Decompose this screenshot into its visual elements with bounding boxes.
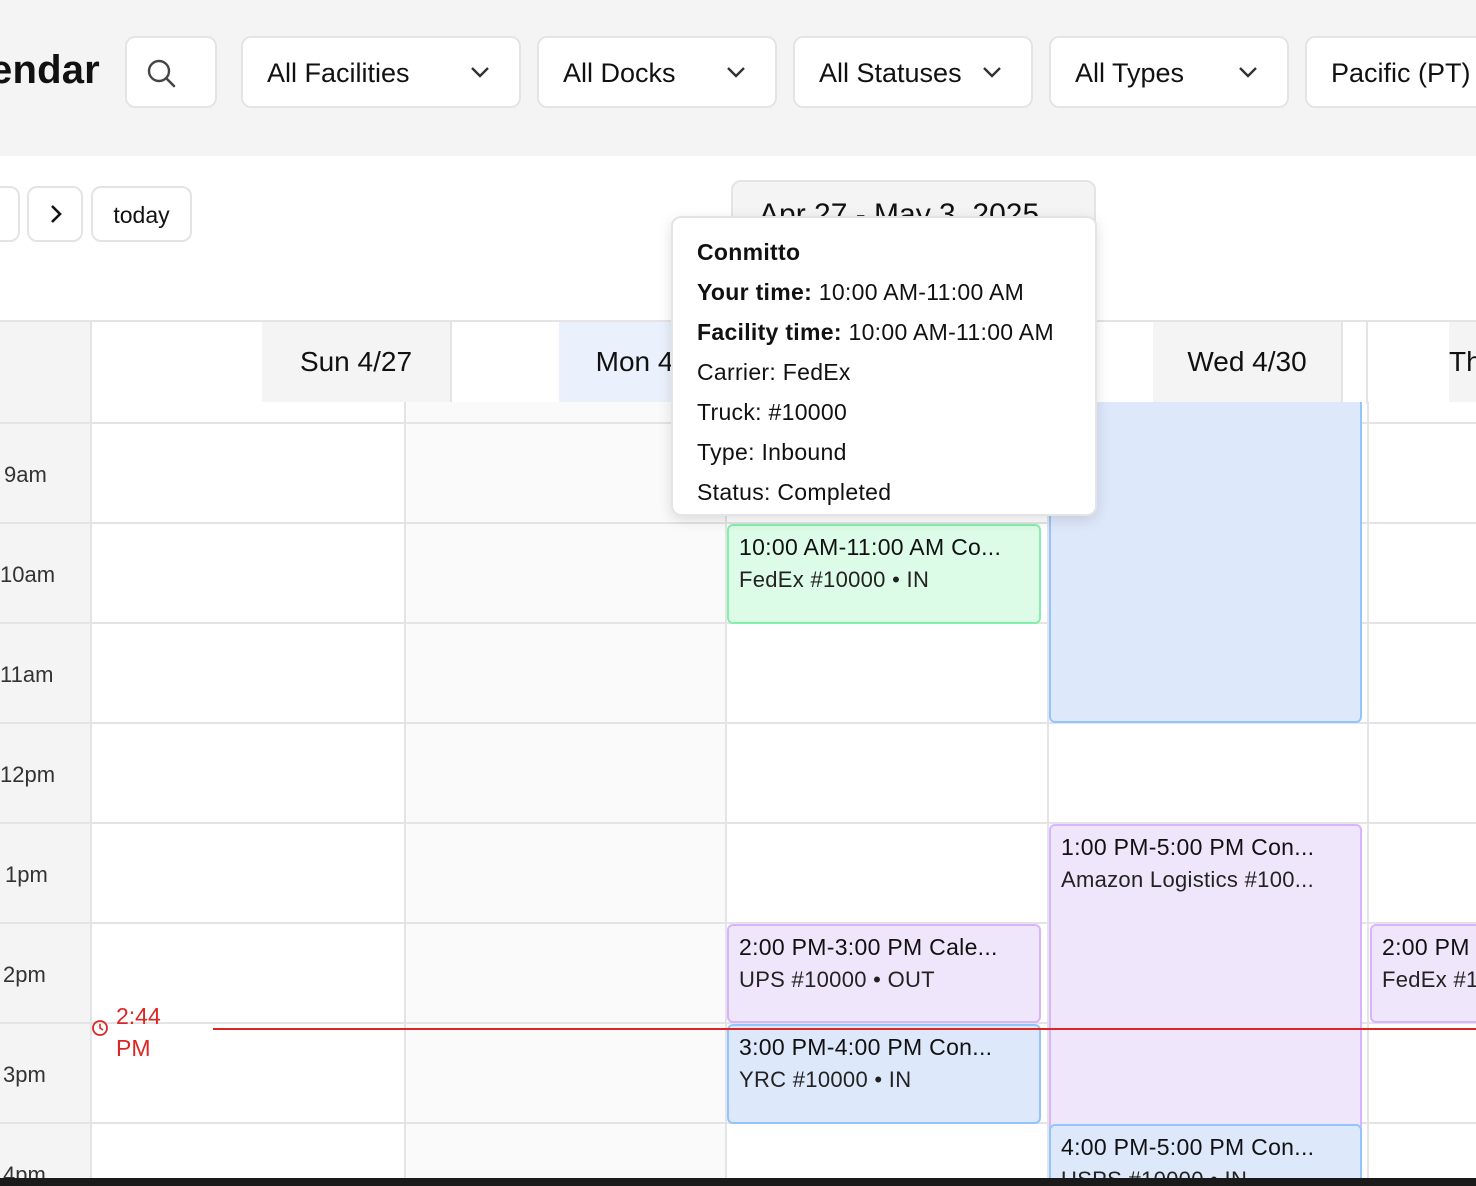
column-divider bbox=[1367, 402, 1369, 1186]
day-header-wed[interactable]: Wed 4/30 bbox=[1153, 322, 1343, 402]
dock-select[interactable]: All Docks bbox=[537, 36, 777, 108]
hour-label: 12pm bbox=[0, 762, 56, 787]
today-button[interactable]: today bbox=[91, 186, 192, 242]
timezone-select-label: Pacific (PT) bbox=[1331, 58, 1471, 88]
tooltip-your-time-label: Your time: bbox=[697, 279, 813, 305]
hour-label: 3pm bbox=[3, 1062, 46, 1087]
event-title: 1:00 PM-5:00 PM Con... bbox=[1061, 834, 1315, 860]
appointment-event[interactable]: 10:00 AM-11:00 AM Co... FedEx #10000 • I… bbox=[727, 524, 1041, 624]
time-gutter-header bbox=[0, 322, 92, 404]
current-time-label: 2:44 PM bbox=[116, 1003, 161, 1061]
event-tooltip: Conmitto Your time: 10:00 AM-11:00 AM Fa… bbox=[671, 216, 1097, 516]
event-title: 10:00 AM-11:00 AM Co... bbox=[739, 534, 1002, 560]
tooltip-carrier: Carrier: FedEx bbox=[697, 359, 851, 385]
search-icon bbox=[147, 59, 176, 88]
hour-label: 11am bbox=[0, 662, 54, 687]
event-title: 3:00 PM-4:00 PM Con... bbox=[739, 1034, 993, 1060]
chevron-down-icon bbox=[727, 67, 745, 78]
appointment-event[interactable]: 3:00 PM-4:00 PM Con... YRC #10000 • IN bbox=[727, 1024, 1041, 1124]
status-select-label: All Statuses bbox=[819, 58, 962, 88]
search-button[interactable] bbox=[125, 36, 217, 108]
chevron-down-icon bbox=[1239, 67, 1257, 78]
day-header-sun[interactable]: Sun 4/27 bbox=[262, 322, 452, 402]
timezone-select[interactable]: Pacific (PT) bbox=[1305, 36, 1476, 108]
time-grid: 9am 10am 11am 12pm 1pm 2pm 3pm 4pm 10:00… bbox=[0, 402, 1476, 1186]
page-title: endar bbox=[0, 48, 100, 92]
dock-select-label: All Docks bbox=[563, 58, 676, 88]
tooltip-your-time: Your time: 10:00 AM-11:00 AM bbox=[697, 272, 1071, 312]
tooltip-facility-time-value: 10:00 AM-11:00 AM bbox=[848, 319, 1054, 345]
day-header-thu[interactable]: Thu 5/1 bbox=[1449, 322, 1476, 402]
day-column-sat-shade bbox=[406, 402, 726, 1186]
appointment-event[interactable]: 2:00 PM-3:00 PM Cale... UPS #10000 • OUT bbox=[727, 924, 1041, 1023]
tooltip-facility-time-label: Facility time: bbox=[697, 319, 842, 345]
chevron-right-icon bbox=[51, 205, 62, 223]
appointment-event[interactable]: 4:00 PM-5:00 PM Con... USPS #10000 • IN bbox=[1049, 1124, 1362, 1186]
chevron-down-icon bbox=[471, 67, 489, 78]
prev-week-button[interactable] bbox=[0, 186, 20, 242]
bottom-edge bbox=[0, 1178, 1476, 1186]
hour-label: 10am bbox=[0, 562, 56, 587]
facility-select-label: All Facilities bbox=[267, 58, 410, 88]
today-button-label: today bbox=[113, 202, 170, 228]
event-details: UPS #10000 • OUT bbox=[739, 967, 935, 992]
hour-label: 9am bbox=[4, 462, 47, 487]
tooltip-status: Status: Completed bbox=[697, 479, 892, 505]
type-select[interactable]: All Types bbox=[1049, 36, 1289, 108]
current-time-line bbox=[213, 1028, 1476, 1030]
clock-icon bbox=[92, 1020, 108, 1036]
event-title: 2:00 PM-3:00 PM Cale... bbox=[739, 934, 998, 960]
next-week-button[interactable] bbox=[27, 186, 83, 242]
event-title: 4:00 PM-5:00 PM Con... bbox=[1061, 1134, 1315, 1160]
event-title: 2:00 PM bbox=[1382, 934, 1470, 960]
tooltip-name: Conmitto bbox=[697, 239, 801, 265]
event-details: YRC #10000 • IN bbox=[739, 1067, 912, 1092]
filter-bar: endar All Facilities All Docks All Statu… bbox=[0, 0, 1476, 156]
column-divider bbox=[404, 402, 406, 1186]
status-select[interactable]: All Statuses bbox=[793, 36, 1033, 108]
event-details: Amazon Logistics #100... bbox=[1061, 867, 1315, 892]
appointment-event[interactable]: 1:00 PM-5:00 PM Con... Amazon Logistics … bbox=[1049, 824, 1362, 1144]
event-details: FedEx #10000 • IN bbox=[739, 567, 930, 592]
type-select-label: All Types bbox=[1075, 58, 1185, 88]
tooltip-type: Type: Inbound bbox=[697, 439, 847, 465]
hour-label: 2pm bbox=[3, 962, 46, 987]
calendar-page: endar All Facilities All Docks All Statu… bbox=[0, 0, 1476, 1186]
chevron-down-icon bbox=[983, 67, 1001, 78]
event-details: FedEx #1 bbox=[1382, 967, 1476, 992]
tooltip-facility-time: Facility time: 10:00 AM-11:00 AM bbox=[697, 312, 1071, 352]
hour-label: 1pm bbox=[5, 862, 48, 887]
appointment-event[interactable]: 2:00 PM FedEx #1 bbox=[1370, 924, 1476, 1023]
tooltip-truck: Truck: #10000 bbox=[697, 399, 848, 425]
tooltip-your-time-value: 10:00 AM-11:00 AM bbox=[818, 279, 1025, 305]
facility-select[interactable]: All Facilities bbox=[241, 36, 521, 108]
